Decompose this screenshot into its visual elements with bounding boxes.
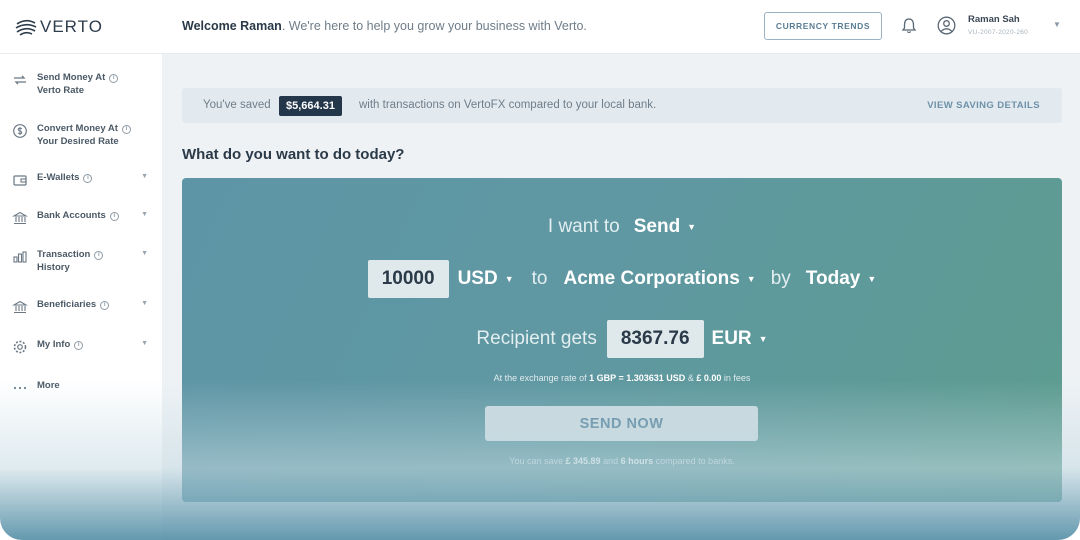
caret-down-icon: ▼ <box>504 274 514 284</box>
note-suffix: compared to banks. <box>655 456 735 466</box>
info-icon[interactable]: i <box>121 125 131 134</box>
by-label: by <box>770 268 791 289</box>
view-saving-details-link[interactable]: VIEW SAVING DETAILS <box>927 100 1040 111</box>
sidebar: Send Money At i Verto Rate Convert Money … <box>0 54 162 540</box>
info-icon[interactable]: i <box>109 74 119 83</box>
sidebar-item-send-money[interactable]: Send Money At i Verto Rate <box>12 71 152 97</box>
caret-down-icon: ▼ <box>867 274 877 284</box>
amount-input[interactable]: 10000 <box>367 260 449 298</box>
currency-trends-button[interactable]: CURRENCY TRENDS <box>764 12 882 40</box>
send-now-button[interactable]: SEND NOW <box>485 406 758 441</box>
gear-icon <box>13 340 27 354</box>
history-icon <box>13 251 27 263</box>
timing-select[interactable]: Today ▼ <box>806 268 876 290</box>
sidebar-item-label: Bank Accounts <box>37 210 106 221</box>
info-icon[interactable]: i <box>94 251 104 260</box>
sidebar-item-e-wallets[interactable]: E-Wallets i ▼ <box>12 171 152 188</box>
app-frame: VERTO Welcome Raman. We're here to help … <box>0 0 1080 540</box>
to-currency-value: EUR <box>711 328 752 349</box>
beneficiaries-icon <box>12 300 28 314</box>
timing-value: Today <box>805 268 861 289</box>
info-icon[interactable]: i <box>109 212 119 221</box>
transfer-panel: I want to Send ▼ 10000 USD ▼ to Acme Corpo… <box>182 178 1062 502</box>
sidebar-item-label: E-Wallets <box>37 172 80 183</box>
sidebar-item-label: Beneficiaries <box>37 299 97 310</box>
info-icon[interactable]: i <box>100 301 110 310</box>
recipient-gets-label: Recipient gets <box>476 328 597 349</box>
globe-logo-icon <box>15 19 37 36</box>
welcome-message: Welcome Raman. We're here to help you gr… <box>182 19 587 33</box>
action-row: I want to Send ▼ <box>182 214 1062 240</box>
sidebar-item-bank-accounts[interactable]: Bank Accounts i ▼ <box>12 209 152 226</box>
brand-name: VERTO <box>40 17 103 36</box>
savings-suffix: with transactions on VertoFX compared to… <box>359 99 657 111</box>
amount-row: 10000 USD ▼ to Acme Corporations ▼ by Toda… <box>182 260 1062 298</box>
to-label: to <box>531 268 548 289</box>
to-currency-select[interactable]: EUR ▼ <box>712 328 768 350</box>
sidebar-item-my-info[interactable]: My Info i ▼ <box>12 338 152 355</box>
chevron-down-icon[interactable]: ▼ <box>141 211 148 218</box>
converted-amount-field[interactable]: 8367.76 <box>606 320 704 358</box>
sidebar-item-sublabel: History <box>37 262 70 273</box>
sidebar-item-transaction-history[interactable]: Transaction i History ▼ <box>12 248 152 274</box>
action-select[interactable]: Send ▼ <box>634 216 696 238</box>
exchange-rate-text: At the exchange rate of 1 GBP = 1.303631… <box>182 373 1062 383</box>
welcome-name: Welcome Raman <box>182 19 282 33</box>
info-icon[interactable]: i <box>74 341 84 350</box>
convert-icon <box>13 124 27 138</box>
from-currency-value: USD <box>457 268 498 289</box>
rate-value: 1 GBP = 1.303631 USD <box>589 373 686 383</box>
note-prefix: You can save <box>509 456 563 466</box>
savings-banner: You've saved $5,664.31 with transactions… <box>182 88 1062 123</box>
fee-suffix: in fees <box>723 373 751 383</box>
rate-and: & <box>687 373 694 383</box>
wallet-icon <box>13 175 27 186</box>
rate-prefix: At the exchange rate of <box>493 373 587 383</box>
welcome-text: . We're here to help you grow your busin… <box>281 19 587 33</box>
user-id: VU-2007-2020-260 <box>968 29 1029 36</box>
chevron-down-icon[interactable]: ▼ <box>141 340 148 347</box>
caret-down-icon: ▼ <box>687 222 697 232</box>
page-title: What do you want to do today? <box>182 146 405 163</box>
caret-down-icon: ▼ <box>746 274 756 284</box>
recipient-gets-row: Recipient gets 8367.76 EUR ▼ <box>182 320 1062 358</box>
caret-down-icon: ▼ <box>758 334 768 344</box>
user-name[interactable]: Raman Sah <box>968 14 1020 25</box>
action-value: Send <box>633 216 681 237</box>
info-icon[interactable]: i <box>83 174 93 183</box>
savings-prefix: You've saved <box>203 99 271 111</box>
sidebar-item-sublabel: Your Desired Rate <box>37 136 119 147</box>
sidebar-item-more[interactable]: More <box>12 379 152 396</box>
brand-logo[interactable]: VERTO <box>14 14 103 40</box>
recipient-value: Acme Corporations <box>563 268 740 289</box>
sidebar-item-label: Transaction <box>37 249 91 260</box>
sidebar-item-label: Send Money At <box>37 72 106 83</box>
sidebar-item-convert-money[interactable]: Convert Money At i Your Desired Rate <box>12 122 152 148</box>
sidebar-item-beneficiaries[interactable]: Beneficiaries i ▼ <box>12 298 152 315</box>
note-and: and <box>603 456 619 466</box>
sidebar-item-label: My Info <box>37 339 71 350</box>
user-avatar-icon[interactable] <box>937 16 956 35</box>
bank-icon <box>12 211 28 225</box>
savings-note: You can save £ 345.89 and 6 hours compar… <box>182 456 1062 466</box>
savings-amount-badge: $5,664.31 <box>279 96 342 116</box>
sidebar-item-sublabel: Verto Rate <box>37 85 84 96</box>
note-amount: £ 345.89 <box>565 456 601 466</box>
top-bar: VERTO Welcome Raman. We're here to help … <box>0 0 1080 54</box>
sidebar-item-label: Convert Money At <box>37 123 118 134</box>
sidebar-item-label: More <box>37 380 60 391</box>
i-want-to-label: I want to <box>547 216 620 237</box>
chevron-down-icon[interactable]: ▼ <box>141 173 148 180</box>
chevron-down-icon[interactable]: ▼ <box>141 250 148 257</box>
note-time: 6 hours <box>620 456 654 466</box>
user-menu-chevron-down-icon[interactable]: ▼ <box>1053 20 1061 29</box>
chevron-down-icon[interactable]: ▼ <box>141 300 148 307</box>
more-icon <box>13 386 27 390</box>
recipient-select[interactable]: Acme Corporations ▼ <box>563 268 755 290</box>
from-currency-select[interactable]: USD ▼ <box>458 268 514 290</box>
notification-bell-icon[interactable] <box>900 17 918 35</box>
fee-value: £ 0.00 <box>696 373 722 383</box>
transfer-icon <box>14 75 26 85</box>
